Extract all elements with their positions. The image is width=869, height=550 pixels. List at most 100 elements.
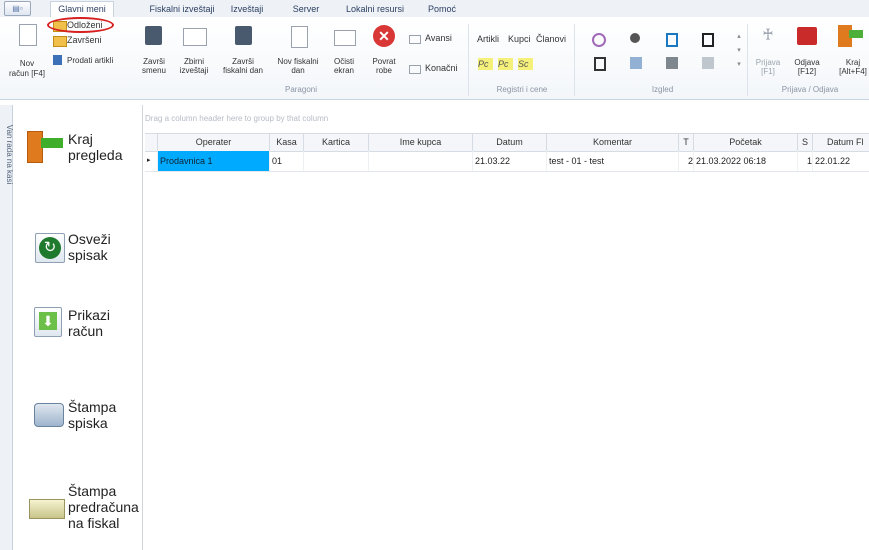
theme-icon-7[interactable] bbox=[666, 57, 678, 69]
odjava-label-1: Odjava bbox=[794, 58, 820, 67]
kupci-button[interactable]: Kupci bbox=[508, 35, 531, 44]
group-by-hint[interactable]: Drag a column header here to group by th… bbox=[145, 114, 328, 123]
stampa-predracuna-button[interactable]: Štampa predračuna na fiskal bbox=[25, 483, 140, 541]
tab-server[interactable]: Server bbox=[288, 2, 324, 17]
cell-operater[interactable]: Prodavnica 1 bbox=[158, 151, 270, 171]
povrat-robe-button[interactable]: ✕ Povrat robe bbox=[364, 24, 404, 82]
ocisti-ekran-button[interactable]: Očisti ekran bbox=[326, 24, 362, 82]
app-menu-button[interactable]: ▤▫ bbox=[4, 1, 31, 16]
theme-icon-8[interactable] bbox=[702, 57, 714, 69]
zavrsi-smenu-label-2: smenu bbox=[141, 66, 166, 75]
pc-icon[interactable]: Pc bbox=[478, 58, 493, 70]
prodati-artikli-button[interactable]: Prodati artikli bbox=[50, 54, 138, 67]
tab-pomoc[interactable]: Pomoć bbox=[424, 2, 460, 17]
zavrseni-label: Završeni bbox=[67, 35, 102, 45]
printer-icon bbox=[34, 403, 64, 427]
book-icon bbox=[53, 55, 62, 65]
cell-komentar[interactable]: test - 01 - test bbox=[547, 151, 679, 171]
cell-datum-fl[interactable]: 22.01.22 bbox=[813, 151, 869, 171]
theme-icon-5[interactable] bbox=[594, 57, 606, 71]
prikazi-label-1: Prikazi bbox=[68, 307, 111, 323]
osvezi-spisak-button[interactable]: ↻ Osveži spisak bbox=[25, 229, 140, 269]
table-row[interactable]: ▸ Prodavnica 1 01 21.03.22 test - 01 - t… bbox=[145, 151, 869, 172]
document-icon bbox=[291, 26, 308, 48]
tab-glavni-meni[interactable]: Glavni meni bbox=[50, 1, 114, 18]
zavrsi-fiskalni-dan-button[interactable]: Završi fiskalni dan bbox=[218, 24, 268, 82]
folder-check-icon bbox=[53, 36, 67, 47]
download-icon: ⬇ bbox=[39, 312, 57, 330]
cell-s[interactable]: 1 bbox=[798, 151, 813, 171]
artikli-button[interactable]: Artikli bbox=[477, 35, 499, 44]
cell-pocetak[interactable]: 21.03.2022 06:18 bbox=[694, 151, 798, 171]
col-header-kartica[interactable]: Kartica bbox=[304, 134, 369, 151]
cell-t[interactable]: 2 bbox=[679, 151, 694, 171]
col-header-pocetak[interactable]: Početak bbox=[694, 134, 798, 151]
gallery-scroll[interactable]: ▴ ▾ ▾ bbox=[735, 30, 743, 72]
prikazi-label-2: račun bbox=[68, 323, 104, 339]
grid-header: Operater Kasa Kartica Ime kupca Datum Ko… bbox=[145, 133, 869, 152]
col-header-s[interactable]: S bbox=[798, 134, 813, 151]
zavrsi-smenu-button[interactable]: Završi smenu bbox=[136, 24, 172, 82]
clanovi-button[interactable]: Članovi bbox=[536, 35, 566, 44]
ribbon-tab-bar: ▤▫ Glavni meni Fiskalni izveštaji Izvešt… bbox=[0, 0, 869, 18]
save-icon bbox=[235, 26, 252, 45]
odjava-button[interactable]: Odjava [F12] bbox=[787, 24, 827, 82]
konacni-button[interactable]: Konačni bbox=[409, 63, 464, 75]
sc-icon[interactable]: Sc bbox=[518, 58, 533, 70]
cell-ime-kupca[interactable] bbox=[369, 151, 473, 171]
row-indicator-icon: ▸ bbox=[145, 151, 158, 171]
stampa-spiska-label-2: spiska bbox=[68, 415, 108, 431]
theme-icon-3[interactable] bbox=[666, 33, 678, 47]
avansi-icon bbox=[409, 35, 421, 44]
col-header-datum-fl[interactable]: Datum Fl bbox=[813, 134, 869, 151]
col-header-komentar[interactable]: Komentar bbox=[547, 134, 679, 151]
row-indicator-header bbox=[145, 134, 158, 151]
nov-racun-button[interactable]: Nov račun [F4] bbox=[4, 22, 50, 82]
povrat-label-2: robe bbox=[375, 66, 392, 75]
osvezi-label-2: spisak bbox=[68, 247, 108, 263]
col-header-t[interactable]: T bbox=[679, 134, 694, 151]
stampa-pred-label-2: predračuna bbox=[68, 499, 139, 515]
col-header-operater[interactable]: Operater bbox=[158, 134, 270, 151]
kraj-label-1: Kraj bbox=[845, 58, 861, 67]
col-header-ime-kupca[interactable]: Ime kupca bbox=[369, 134, 473, 151]
download-icon-frame: ⬇ bbox=[34, 307, 62, 337]
screen-icon bbox=[334, 30, 356, 46]
kraj-pregleda-button[interactable]: Kraj pregleda bbox=[25, 127, 140, 167]
zbirni-label-2: izveštaji bbox=[179, 66, 209, 75]
konacni-icon bbox=[409, 65, 421, 74]
kraj-ribbon-button[interactable]: Kraj [Alt+F4] bbox=[829, 24, 869, 82]
prijava-label-1: Prijava bbox=[755, 58, 781, 67]
stampa-pred-label-3: na fiskal bbox=[68, 515, 120, 531]
cell-datum[interactable]: 21.03.22 bbox=[473, 151, 547, 171]
kraj-label-2: [Alt+F4] bbox=[839, 67, 867, 76]
tab-fiskalni-izvestaji[interactable]: Fiskalni izveštaji bbox=[146, 2, 218, 17]
prijava-button[interactable]: ♰ Prijava [F1] bbox=[751, 24, 785, 82]
nov-fiskalni-dan-button[interactable]: Nov fiskalni dan bbox=[273, 24, 323, 82]
theme-icon-2[interactable] bbox=[630, 33, 640, 43]
tab-lokalni-resursi[interactable]: Lokalni resursi bbox=[342, 2, 408, 17]
cell-kasa[interactable]: 01 bbox=[270, 151, 304, 171]
col-header-datum[interactable]: Datum bbox=[473, 134, 547, 151]
theme-icon-4[interactable] bbox=[702, 33, 714, 47]
group-separator bbox=[468, 24, 469, 96]
izgled-group-label: Izgled bbox=[651, 85, 674, 94]
stampa-spiska-button[interactable]: Štampa spiska bbox=[25, 397, 140, 437]
save-icon bbox=[145, 26, 162, 45]
theme-icon-6[interactable] bbox=[630, 57, 642, 69]
group-separator bbox=[574, 24, 575, 96]
ocisti-label-2: ekran bbox=[333, 66, 354, 75]
exit-arrow-icon bbox=[849, 30, 863, 38]
theme-icon-1[interactable] bbox=[592, 33, 606, 47]
refresh-icon: ↻ bbox=[39, 237, 61, 259]
col-header-kasa[interactable]: Kasa bbox=[270, 134, 304, 151]
konacni-label: Konačni bbox=[425, 63, 458, 73]
avansi-button[interactable]: Avansi bbox=[409, 33, 464, 45]
prikazi-racun-button[interactable]: ⬇ Prikazi račun bbox=[25, 305, 140, 345]
tab-izvestaji[interactable]: Izveštaji bbox=[225, 2, 269, 17]
nov-racun-label-2: račun [F4] bbox=[8, 69, 45, 78]
cell-kartica[interactable] bbox=[304, 151, 369, 171]
pc-icon-2[interactable]: Pc bbox=[498, 58, 513, 70]
zavrseni-button[interactable]: Završeni bbox=[50, 35, 114, 48]
zbirni-izvestaji-button[interactable]: Zbirni izveštaji bbox=[174, 24, 214, 82]
